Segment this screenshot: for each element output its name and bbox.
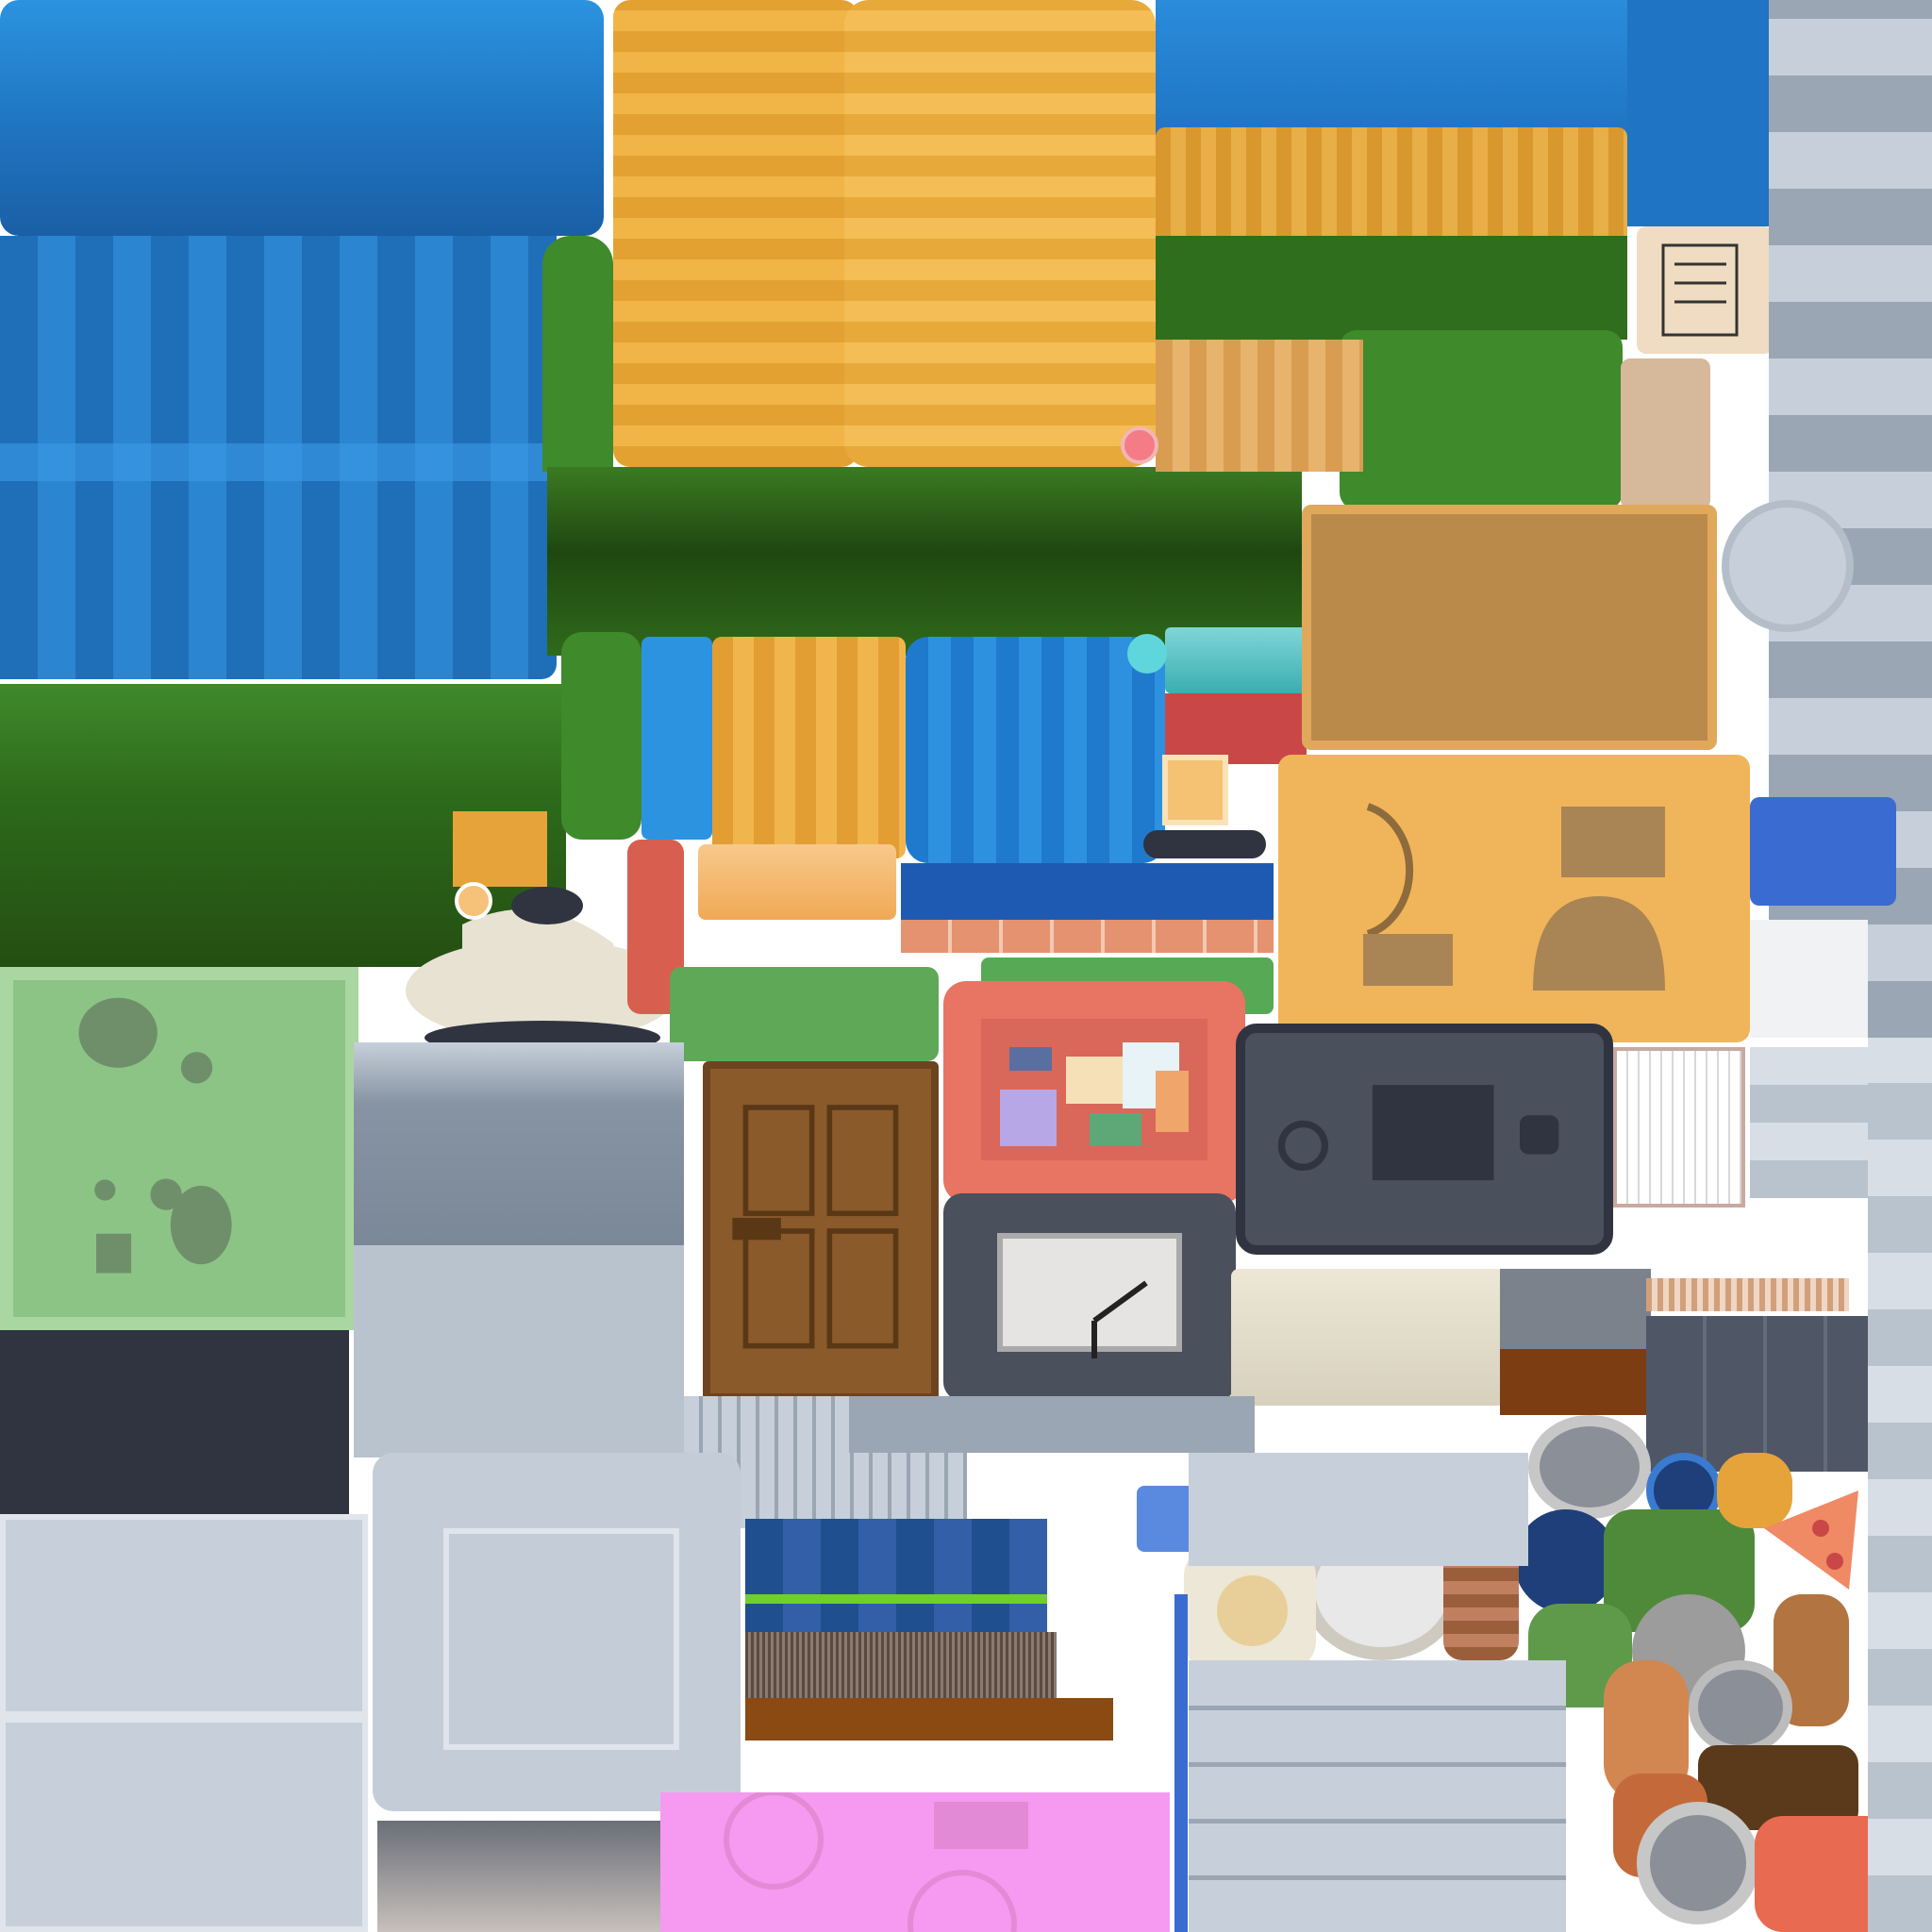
hay-block-small xyxy=(712,637,906,858)
blue-block-right xyxy=(1750,797,1896,906)
tablet-icon xyxy=(1236,1024,1613,1255)
clock-icon xyxy=(943,1193,1236,1401)
water-panel-top xyxy=(0,0,604,236)
water-column-right xyxy=(1627,0,1769,226)
plate-tan-center xyxy=(1217,1575,1288,1646)
bookshelf-stripe xyxy=(745,1594,1047,1604)
crate-front xyxy=(1278,755,1750,1042)
light-block-a xyxy=(0,1514,368,1717)
book-pages xyxy=(1613,1047,1745,1208)
lamp-shade xyxy=(1162,755,1228,825)
door-icon xyxy=(703,1061,939,1401)
bookshelf-base xyxy=(745,1698,1113,1740)
stripe-rug-edge xyxy=(1646,1278,1849,1311)
lamp-base xyxy=(1143,830,1266,858)
paper-tag xyxy=(1621,358,1710,509)
pizza-slice-icon xyxy=(1755,1481,1868,1594)
dark-fade-block xyxy=(377,1821,660,1932)
gray-panel-bottom-a xyxy=(1189,1453,1528,1566)
water-strip-top xyxy=(1156,0,1627,137)
gray-strip-mid xyxy=(849,1396,1255,1453)
teal-rim xyxy=(1165,627,1307,693)
bookshelf-blue xyxy=(745,1519,1047,1632)
inner-square xyxy=(443,1528,679,1750)
cream-drawer xyxy=(1231,1269,1505,1406)
paper-note-icon xyxy=(1637,226,1774,354)
gray-panel-bottom-b xyxy=(1189,1660,1566,1932)
food-navy xyxy=(1514,1509,1618,1613)
gray-column-right xyxy=(1868,1038,1932,1932)
pink-crate xyxy=(660,1792,1170,1932)
green-tiles xyxy=(670,967,939,1061)
hay-bale-right xyxy=(844,0,1156,467)
grass-top-right xyxy=(1156,236,1627,340)
white-block-right xyxy=(1750,920,1868,1038)
hay-bale-left xyxy=(613,0,858,467)
grass-square-right xyxy=(1340,330,1623,509)
slate-block-upper xyxy=(354,1042,684,1245)
cyan-dot xyxy=(1127,634,1167,674)
gray-connector xyxy=(1500,1269,1651,1349)
slate-block-lower xyxy=(354,1245,684,1457)
grass-vine-small xyxy=(561,632,641,840)
water-block-square xyxy=(906,637,1165,863)
dark-tiles xyxy=(1646,1316,1868,1472)
green-rug xyxy=(0,967,358,1330)
brick-strip xyxy=(901,920,1274,953)
pink-dot xyxy=(1121,426,1158,464)
red-band xyxy=(1165,693,1307,764)
bowl-gray-bottom xyxy=(1637,1802,1759,1924)
light-block-b xyxy=(0,1717,368,1932)
gray-circle xyxy=(1722,500,1854,632)
orange-shelf xyxy=(698,844,896,920)
hay-strip xyxy=(1156,127,1627,245)
water-block-small xyxy=(641,637,712,840)
crate-top xyxy=(1302,505,1717,750)
bowl-gray xyxy=(1528,1415,1651,1519)
charcoal-block xyxy=(0,1330,349,1514)
grass-vine-left xyxy=(542,236,613,472)
brown-base xyxy=(1500,1349,1651,1415)
blue-pipe xyxy=(1174,1594,1188,1932)
blue-shelf-strip xyxy=(901,863,1274,920)
food-gray-disc xyxy=(1689,1660,1792,1755)
texture-atlas xyxy=(0,0,1932,1932)
water-stripe xyxy=(0,443,557,481)
notice-board-icon xyxy=(943,981,1245,1203)
wood-plank-strip xyxy=(1156,340,1363,472)
